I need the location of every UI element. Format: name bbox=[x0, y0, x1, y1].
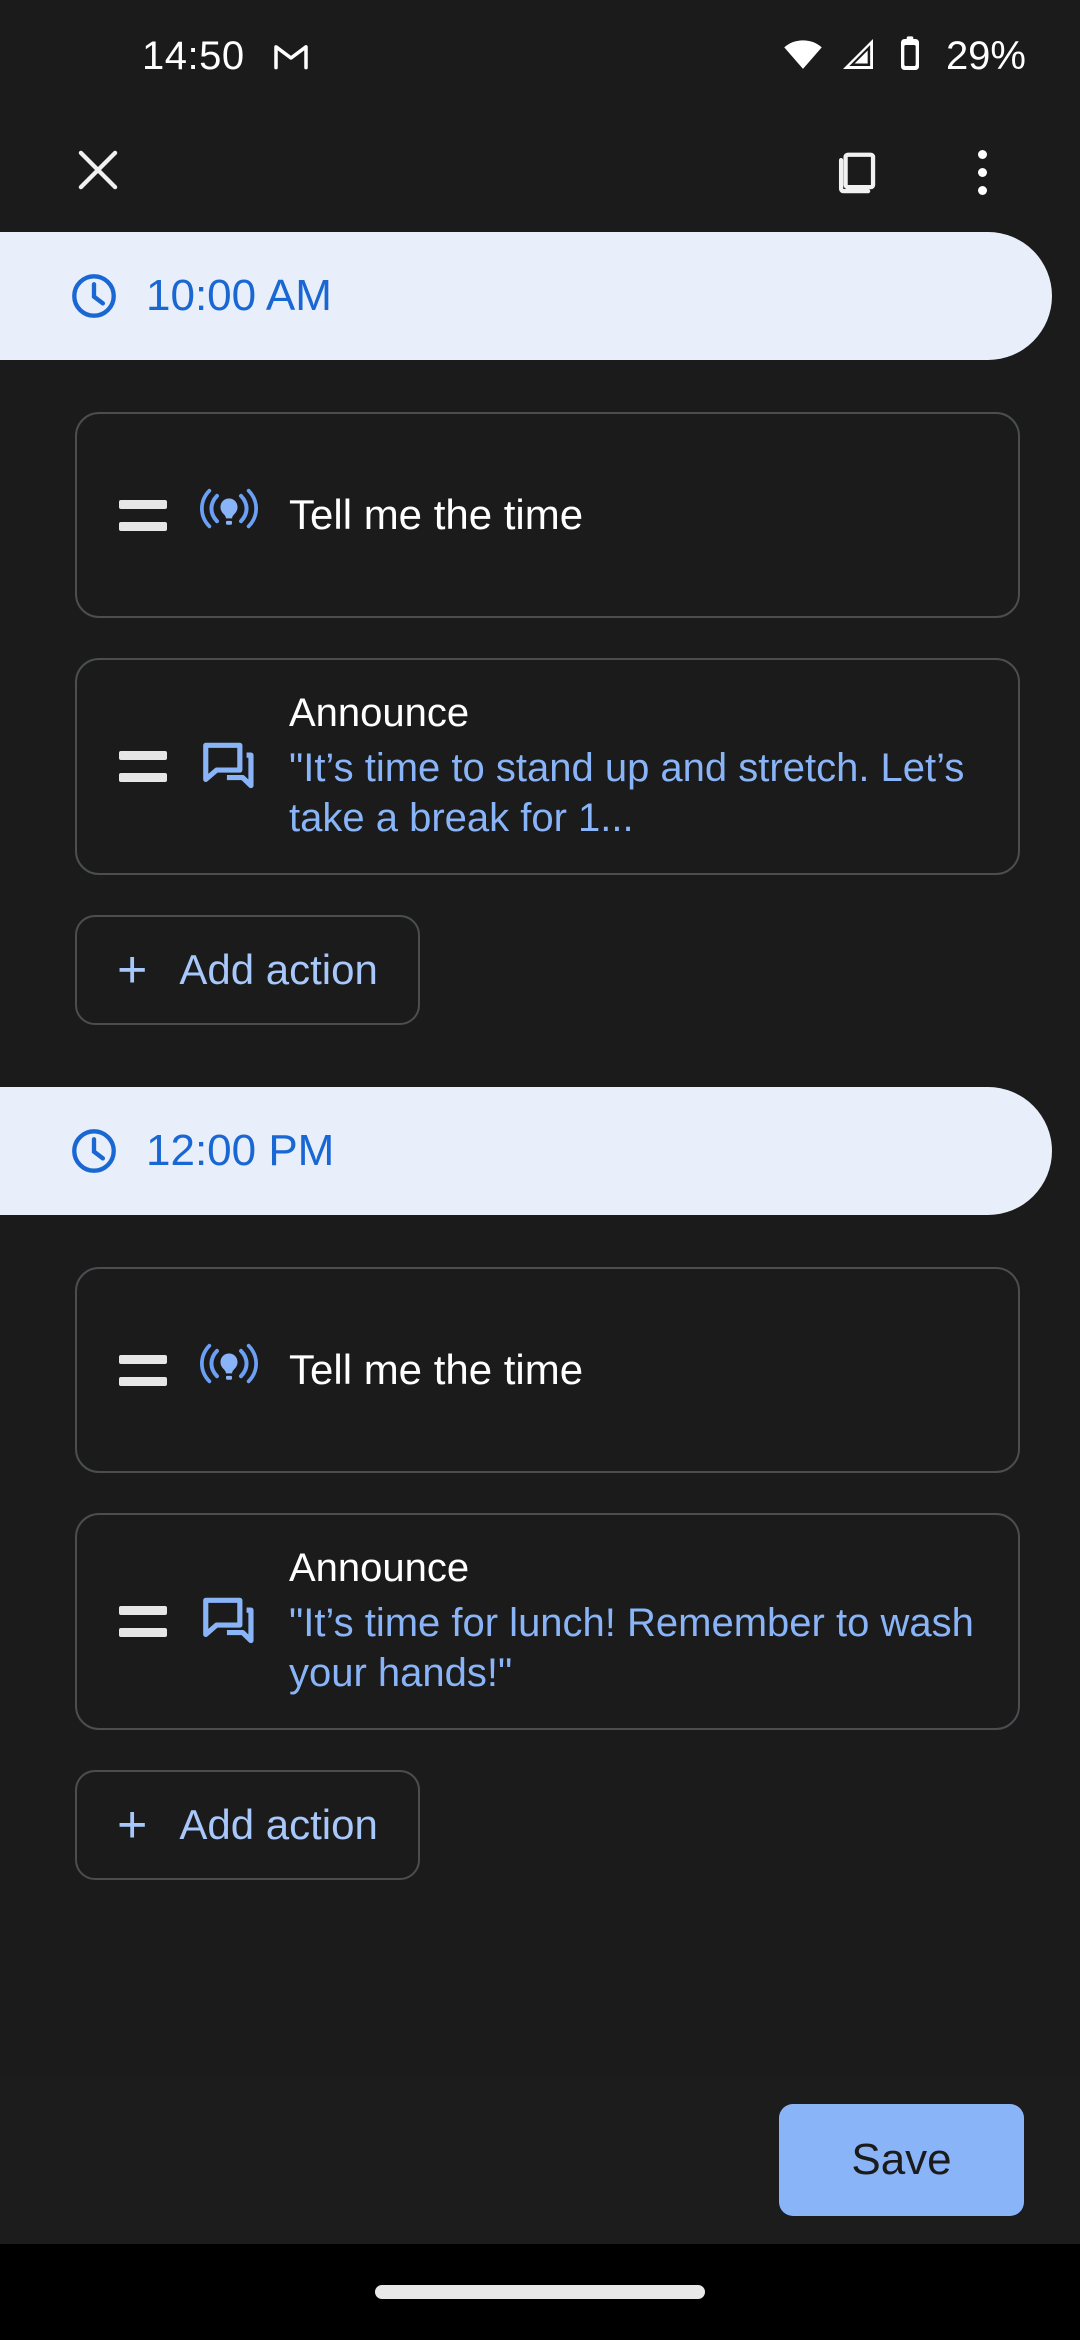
action-card[interactable]: Announce "It’s time for lunch! Remember … bbox=[75, 1513, 1020, 1731]
action-title: Announce bbox=[289, 1546, 470, 1591]
forum-icon bbox=[175, 1591, 283, 1653]
drag-handle-icon[interactable] bbox=[111, 751, 175, 783]
save-button[interactable]: Save bbox=[779, 2104, 1024, 2216]
cellular-signal-icon bbox=[838, 34, 878, 79]
battery-icon bbox=[892, 34, 928, 79]
status-bar-right: 29% bbox=[782, 33, 1026, 80]
schedule-group: 12:00 PM Tell me the time Announce "It’s… bbox=[0, 1087, 1080, 1881]
routine-editor-list[interactable]: 10:00 AM Tell me the time Announce "It’s… bbox=[0, 232, 1080, 2076]
action-title: Tell me the time bbox=[289, 1346, 584, 1394]
clock-icon bbox=[68, 1125, 120, 1177]
action-card[interactable]: Tell me the time bbox=[75, 1267, 1020, 1474]
duplicate-icon bbox=[833, 143, 887, 202]
time-chip[interactable]: 12:00 PM bbox=[0, 1087, 1052, 1216]
add-action-label: Add action bbox=[179, 1801, 378, 1849]
close-icon bbox=[71, 143, 125, 202]
wifi-icon bbox=[782, 33, 824, 80]
action-card[interactable]: Tell me the time bbox=[75, 412, 1020, 618]
action-card-text: Announce "It’s time to stand up and stre… bbox=[283, 690, 984, 843]
time-chip[interactable]: 10:00 AM bbox=[0, 232, 1052, 360]
more-vert-icon bbox=[977, 149, 987, 195]
add-action-button[interactable]: + Add action bbox=[75, 915, 420, 1026]
system-navigation-bar bbox=[0, 2244, 1080, 2340]
time-chip-label: 12:00 PM bbox=[146, 1126, 335, 1176]
bottom-action-bar: Save bbox=[0, 2076, 1080, 2244]
status-bar-left: 14:50 bbox=[142, 34, 311, 79]
action-title: Announce bbox=[289, 691, 470, 735]
action-card-text: Tell me the time bbox=[283, 491, 984, 539]
status-clock: 14:50 bbox=[142, 33, 245, 78]
time-chip-label: 10:00 AM bbox=[146, 271, 332, 320]
action-subtitle: "It’s time for lunch! Remember to wash y… bbox=[289, 1601, 974, 1696]
drag-handle-icon[interactable] bbox=[111, 499, 175, 531]
home-gesture-pill[interactable] bbox=[375, 2285, 705, 2299]
battery-percentage: 29% bbox=[945, 33, 1026, 78]
broadcast-icon bbox=[175, 1339, 283, 1401]
add-action-button[interactable]: + Add action bbox=[75, 1770, 420, 1881]
drag-handle-icon[interactable] bbox=[111, 1606, 175, 1638]
close-button[interactable] bbox=[50, 124, 146, 220]
clock-icon bbox=[68, 270, 120, 322]
plus-icon: + bbox=[117, 941, 148, 1000]
toolbar-actions bbox=[812, 124, 1030, 220]
broadcast-icon bbox=[175, 484, 283, 546]
action-card-text: Announce "It’s time for lunch! Remember … bbox=[283, 1545, 984, 1698]
overflow-menu-button[interactable] bbox=[934, 124, 1030, 220]
forum-icon bbox=[175, 736, 283, 798]
gmail-icon bbox=[271, 36, 311, 76]
action-card[interactable]: Announce "It’s time to stand up and stre… bbox=[75, 658, 1020, 876]
app-toolbar bbox=[0, 112, 1080, 232]
duplicate-button[interactable] bbox=[812, 124, 908, 220]
drag-handle-icon[interactable] bbox=[111, 1354, 175, 1386]
phone-screen: 14:50 29% 10:00 AM Tell me the time Anno… bbox=[0, 0, 1080, 2340]
action-card-text: Tell me the time bbox=[283, 1346, 984, 1394]
status-bar: 14:50 29% bbox=[0, 0, 1080, 112]
action-subtitle: "It’s time to stand up and stretch. Let’… bbox=[289, 746, 965, 841]
schedule-group: 10:00 AM Tell me the time Announce "It’s… bbox=[0, 232, 1080, 1087]
add-action-label: Add action bbox=[179, 946, 378, 994]
action-title: Tell me the time bbox=[289, 491, 584, 538]
plus-icon: + bbox=[117, 1796, 148, 1855]
